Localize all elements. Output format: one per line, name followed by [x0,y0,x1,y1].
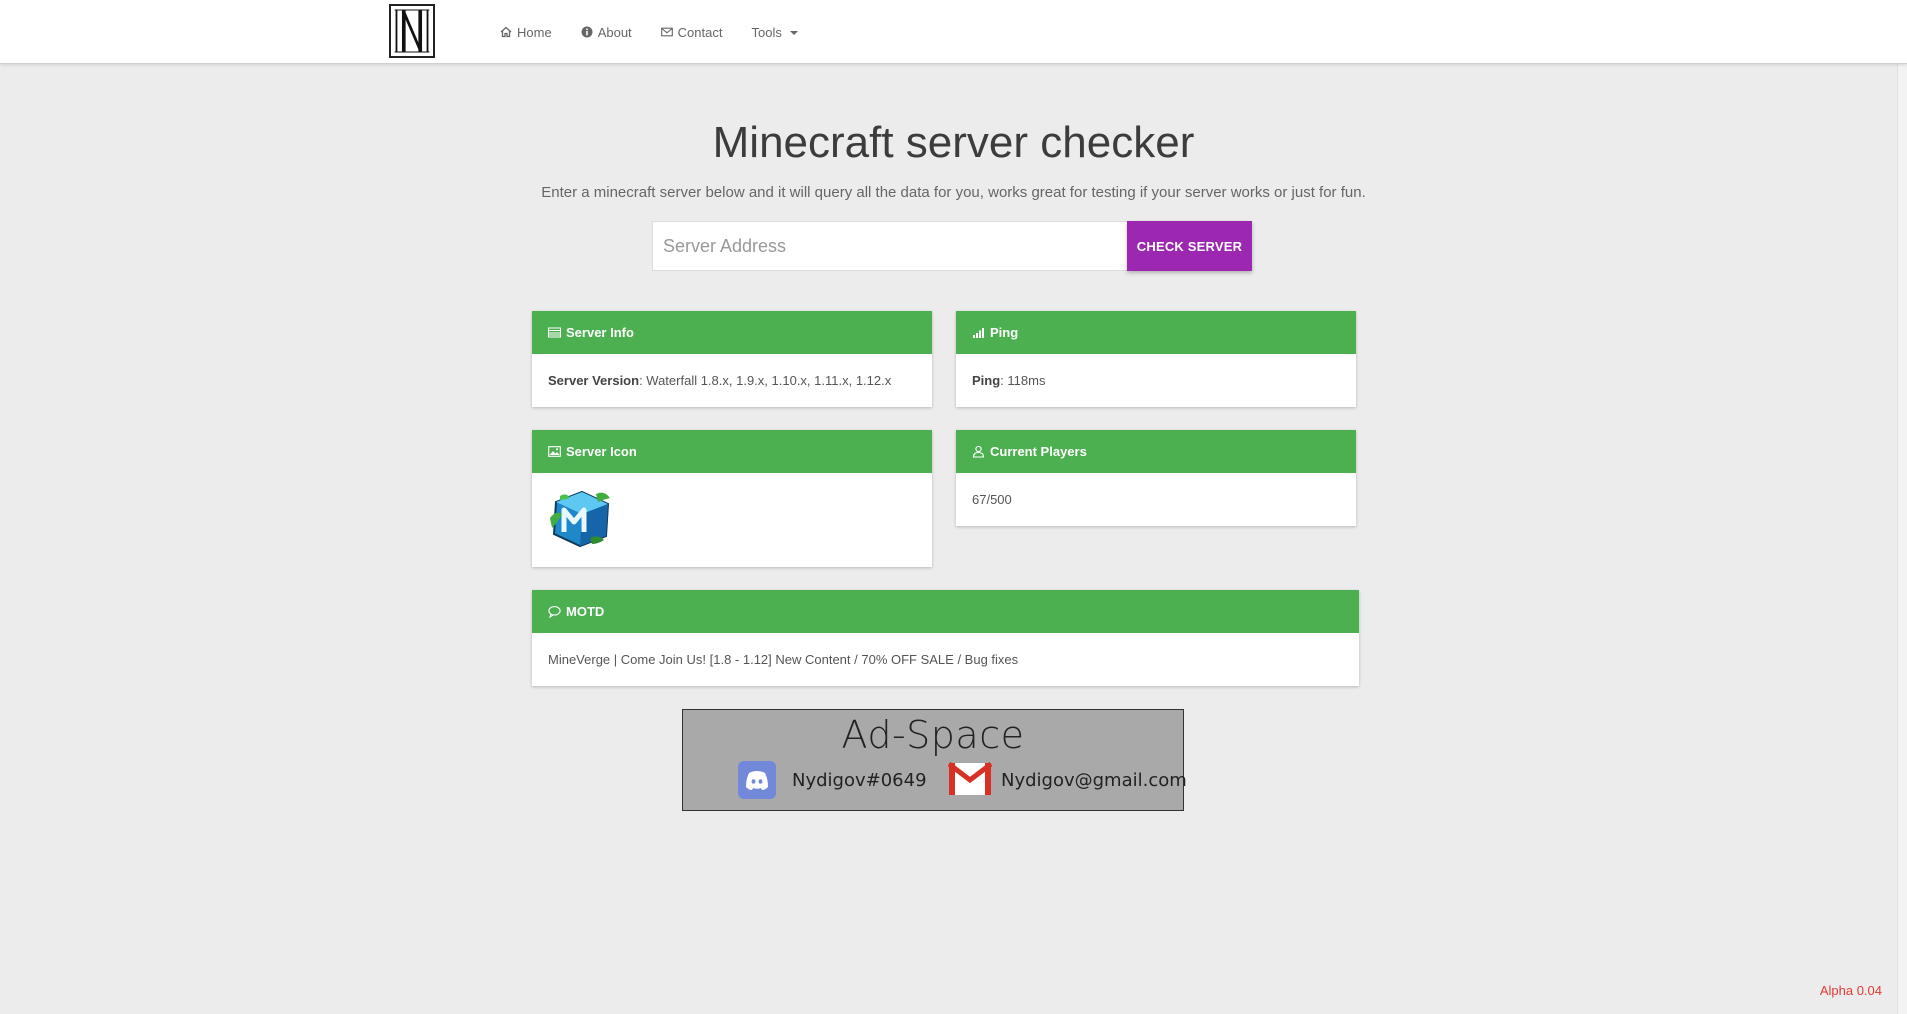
gmail-icon [947,762,993,796]
motd-title: MOTD [566,604,605,619]
home-icon [500,26,512,38]
motd-panel: MOTD MineVerge | Come Join Us! [1.8 - 1.… [532,590,1359,686]
nav-about[interactable]: About [581,25,632,40]
server-info-title: Server Info [566,325,634,340]
caret-down-icon [789,30,798,35]
discord-icon [738,761,776,799]
ping-key: Ping [972,373,1001,388]
server-version-key: Server Version [548,373,640,388]
server-address-input[interactable] [652,221,1127,271]
server-icon-body [532,473,932,567]
page-title: Minecraft server checker [712,118,1195,167]
check-server-button[interactable]: CHECK SERVER [1127,221,1252,271]
page-subtitle: Enter a minecraft server below and it wi… [541,184,1366,201]
info-icon [581,26,593,38]
nav-contact[interactable]: Contact [660,24,723,40]
logo-n-icon [394,9,430,53]
current-players-panel: Current Players 67/500 [956,430,1356,526]
envelope-icon [660,26,673,38]
nav-home[interactable]: Home [500,25,552,40]
server-list-icon [548,326,561,339]
ad-email-address: Nydigov@gmail.com [1001,770,1187,791]
ping-value: : 118ms [1000,373,1046,388]
server-info-header: Server Info [532,311,932,354]
ad-title: Ad-Space [841,713,1025,757]
user-icon [972,445,985,458]
nav-menu: Home About Contact Tools [500,0,827,64]
version-label: Alpha 0.04 [1819,983,1882,998]
nav-contact-label: Contact [677,24,723,40]
ad-discord-handle: Nydigov#0649 [792,770,927,791]
comment-icon [548,605,561,618]
server-favicon-image [550,490,610,548]
signal-bars-icon [972,326,985,339]
site-logo[interactable] [389,4,435,58]
motd-text: MineVerge | Come Join Us! [1.8 - 1.12] N… [548,652,1019,667]
server-icon-header: Server Icon [532,430,932,473]
ping-header: Ping [956,311,1356,354]
server-version-value: : Waterfall 1.8.x, 1.9.x, 1.10.x, 1.11.x… [639,373,892,388]
current-players-body: 67/500 [956,473,1356,526]
player-count: 67/500 [972,492,1012,507]
server-search-form: CHECK SERVER [652,221,1252,271]
nav-tools-dropdown[interactable]: Tools [751,24,798,40]
motd-body: MineVerge | Come Join Us! [1.8 - 1.12] N… [532,633,1359,686]
current-players-header: Current Players [956,430,1356,473]
current-players-title: Current Players [990,444,1087,459]
server-icon-panel: Server Icon [532,430,932,567]
nav-tools-label: Tools [751,24,782,40]
ping-panel: Ping Ping: 118ms [956,311,1356,407]
server-info-body: Server Version: Waterfall 1.8.x, 1.9.x, … [532,354,932,407]
server-icon-title: Server Icon [566,444,637,459]
ad-space-banner[interactable]: Ad-Space Nydigov#0649 Nydigov@gmail.com [682,709,1187,811]
image-icon [548,445,561,458]
ping-title: Ping [990,325,1019,340]
server-info-panel: Server Info Server Version: Waterfall 1.… [532,311,932,407]
nav-about-label: About [597,24,632,40]
ping-body: Ping: 118ms [956,354,1356,407]
motd-header: MOTD [532,590,1359,633]
top-navbar: Home About Contact Tools [0,0,1907,64]
nav-home-label: Home [517,24,552,40]
